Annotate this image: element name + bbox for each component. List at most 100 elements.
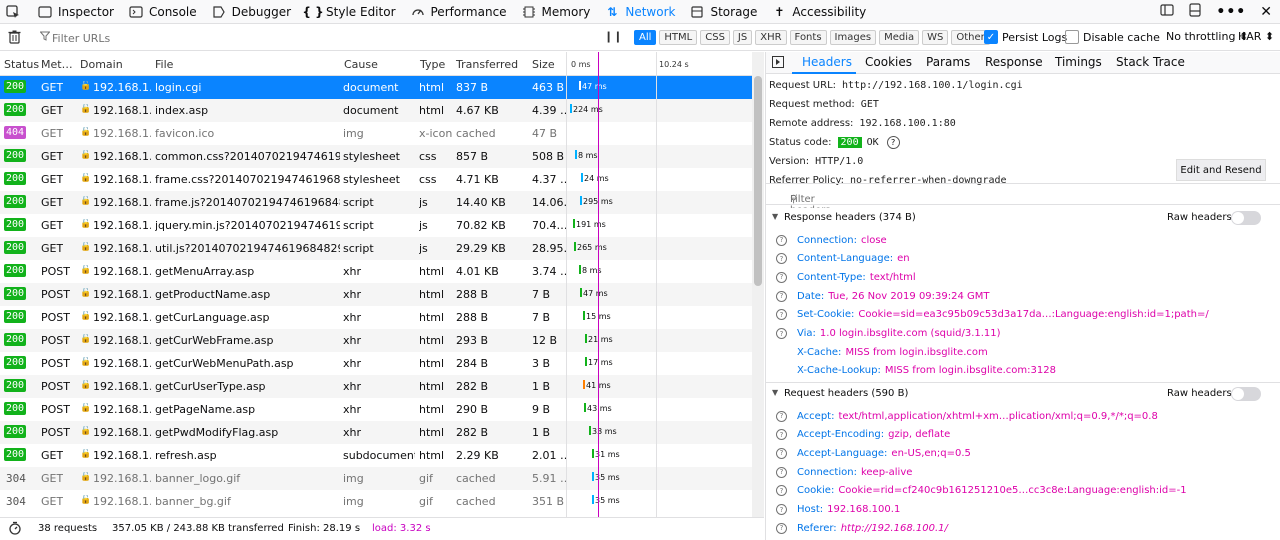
type-filter-css[interactable]: CSS [700, 30, 730, 45]
table-row[interactable]: 200 POST 🔓192.168.1… getProductName.asp xhr h… [0, 283, 752, 306]
header-row[interactable]: ? Accept-Language: en-US,en;q=0.5 [776, 444, 971, 462]
table-row[interactable]: 200 GET 🔓192.168.1… index.asp document html 4.… [0, 99, 752, 122]
table-row[interactable]: 200 GET 🔓192.168.1… frame.css?2014070219474… [0, 168, 752, 191]
pause-recording-icon[interactable]: ❙❙ [604, 30, 622, 43]
header-row[interactable]: ? Connection: close [776, 231, 887, 249]
table-row[interactable]: 200 GET 🔓192.168.1… jquery.min.js?201407021… [0, 214, 752, 237]
help-icon[interactable]: ? [886, 136, 900, 149]
tab-accessibility[interactable]: ✝ Accessibility [764, 0, 873, 24]
har-menu[interactable]: HAR ⬍ [1238, 30, 1274, 43]
col-type[interactable]: Type [420, 58, 445, 71]
col-file[interactable]: File [155, 58, 173, 71]
details-tab-cookies[interactable]: Cookies [865, 55, 912, 69]
col-domain[interactable]: Domain [80, 58, 123, 71]
toggle-sidebar-icon[interactable] [772, 56, 784, 71]
header-row[interactable]: ? Content-Type: text/html [776, 268, 916, 286]
details-tab-timings[interactable]: Timings [1055, 55, 1102, 69]
raw-headers-toggle[interactable] [1231, 387, 1261, 401]
table-row[interactable]: 200 POST 🔓192.168.1… getCurWebMenuPath.asp x… [0, 352, 752, 375]
table-row[interactable]: 404 GET 🔓192.168.1… favicon.ico img x-iconcac… [0, 122, 752, 145]
header-row[interactable]: ? Content-Language: en [776, 250, 910, 268]
raw-headers-toggle[interactable] [1231, 211, 1261, 225]
details-tab-stack-trace[interactable]: Stack Trace [1116, 55, 1185, 69]
tab-debugger[interactable]: Debugger [204, 0, 298, 24]
edit-and-resend-button[interactable]: Edit and Resend [1176, 159, 1266, 181]
type-filter-fonts[interactable]: Fonts [789, 30, 827, 45]
table-row[interactable]: 200 GET 🔓192.168.1… common.css?201407021947… [0, 145, 752, 168]
details-tab-response[interactable]: Response [985, 55, 1043, 69]
header-row[interactable]: ? Referer: http://192.168.100.1/ [776, 519, 948, 537]
header-row[interactable]: ? Host: 192.168.100.1 [776, 501, 900, 519]
header-row[interactable]: ? Set-Cookie: Cookie=sid=ea3c95b09c53d3a17… [776, 306, 1209, 324]
request-headers-section[interactable]: ▼ Request headers (590 B) Raw headers [766, 384, 1280, 404]
col-status[interactable]: Status [4, 58, 39, 71]
table-row[interactable]: 200 GET 🔓192.168.1… util.js?201407021947461… [0, 237, 752, 260]
tab-performance[interactable]: Performance [403, 0, 514, 24]
help-icon[interactable]: ? [776, 234, 787, 246]
table-row[interactable]: 200 GET 🔓192.168.1… frame.js?20140702194746… [0, 191, 752, 214]
table-row[interactable]: 200 GET 🔓192.168.1… refresh.asp subdocument h… [0, 444, 752, 467]
persist-logs-checkbox[interactable]: ✓ Persist Logs [984, 30, 1067, 44]
table-row[interactable]: 200 POST 🔓192.168.1… getPageName.asp xhr html… [0, 398, 752, 421]
table-row[interactable]: 200 POST 🔓192.168.1… getCurWebFrame.asp xhr h… [0, 329, 752, 352]
help-icon[interactable]: ? [776, 522, 787, 534]
close-icon[interactable]: ✕ [1260, 4, 1272, 20]
help-icon[interactable]: ? [776, 466, 787, 478]
response-headers-section[interactable]: ▼ Response headers (374 B) Raw headers [766, 208, 1280, 228]
help-icon[interactable]: ? [776, 328, 787, 339]
tab-memory[interactable]: Memory [514, 0, 598, 24]
table-row[interactable]: 304 GET 🔓192.168.1… banner_bg.gif img gif cach… [0, 490, 752, 513]
table-row[interactable]: 200 POST 🔓192.168.1… getCurLanguage.asp xhr h… [0, 306, 752, 329]
dock-side-icon[interactable] [1188, 3, 1202, 21]
header-row[interactable]: ? Accept: text/html,application/xhtml+xm…p… [776, 407, 1158, 425]
performance-stopwatch-icon[interactable] [8, 521, 22, 538]
type-filter-xhr[interactable]: XHR [755, 30, 787, 45]
help-icon[interactable]: ? [776, 290, 787, 302]
tab-network[interactable]: ⇅ Network [597, 0, 682, 24]
table-scrollbar[interactable] [752, 52, 764, 517]
table-row[interactable]: 200 POST 🔓192.168.1… getCurUserType.asp xhr h… [0, 375, 752, 398]
help-icon[interactable]: ? [776, 429, 787, 441]
header-row[interactable]: ?X-Cache:MISS from login.ibsglite.com [776, 343, 988, 361]
details-tab-headers[interactable]: Headers [802, 55, 852, 69]
header-row[interactable]: ? Connection: keep-alive [776, 463, 912, 481]
help-icon[interactable]: ? [776, 410, 787, 422]
tab-storage[interactable]: Storage [682, 0, 764, 24]
type-filter-ws[interactable]: WS [922, 30, 949, 45]
table-row[interactable]: 200 GET 🔓192.168.1… login.cgi document html 83… [0, 76, 752, 99]
tab-style-editor[interactable]: { } Style Editor [298, 0, 402, 24]
table-row[interactable]: 200 POST 🔓192.168.1… getPwdModifyFlag.asp xh… [0, 421, 752, 444]
table-row[interactable]: 200 POST 🔓192.168.1… getMenuArray.asp xhr htm… [0, 260, 752, 283]
element-picker-button[interactable] [0, 0, 30, 24]
tab-console[interactable]: Console [121, 0, 204, 24]
details-tab-params[interactable]: Params [926, 55, 970, 69]
tab-inspector[interactable]: Inspector [30, 0, 121, 24]
more-options-icon[interactable]: ••• [1216, 4, 1246, 20]
col-method[interactable]: Met… [41, 58, 73, 71]
type-filter-media[interactable]: Media [879, 30, 920, 45]
help-icon[interactable]: ? [776, 309, 787, 321]
col-transferred[interactable]: Transferred [456, 58, 518, 71]
header-row[interactable]: ? Via: 1.0 login.ibsglite.com (squid/3.1.1… [776, 325, 1001, 343]
filter-headers-input[interactable]: ⚲ Filter headers [766, 183, 1280, 216]
scrollbar-thumb[interactable] [754, 76, 762, 286]
responsive-mode-icon[interactable] [1160, 3, 1175, 21]
type-filter-all[interactable]: All [634, 30, 657, 45]
help-icon[interactable]: ? [776, 253, 787, 265]
table-row[interactable]: 304 GET 🔓192.168.1… banner_logo.gif img gif ca… [0, 467, 752, 490]
col-cause[interactable]: Cause [344, 58, 378, 71]
col-size[interactable]: Size [532, 58, 555, 71]
header-row[interactable]: ? Accept-Encoding: gzip, deflate [776, 426, 950, 444]
help-icon[interactable]: ? [776, 504, 787, 515]
disable-cache-checkbox[interactable]: Disable cache [1065, 30, 1160, 44]
type-filter-html[interactable]: HTML [659, 30, 698, 45]
help-icon[interactable]: ? [776, 447, 787, 459]
throttling-select[interactable]: No throttling ⬍ [1166, 30, 1248, 43]
header-row[interactable]: ?X-Cache-Lookup:MISS from login.ibsglite… [776, 362, 1056, 380]
help-icon[interactable]: ? [776, 485, 787, 497]
clear-trash-icon[interactable] [8, 30, 24, 46]
help-icon[interactable]: ? [776, 271, 787, 283]
type-filter-js[interactable]: JS [732, 30, 753, 45]
header-row[interactable]: ? Cookie: Cookie=rid=cf240c9b161251210e5…c… [776, 482, 1187, 500]
type-filter-images[interactable]: Images [829, 30, 877, 45]
